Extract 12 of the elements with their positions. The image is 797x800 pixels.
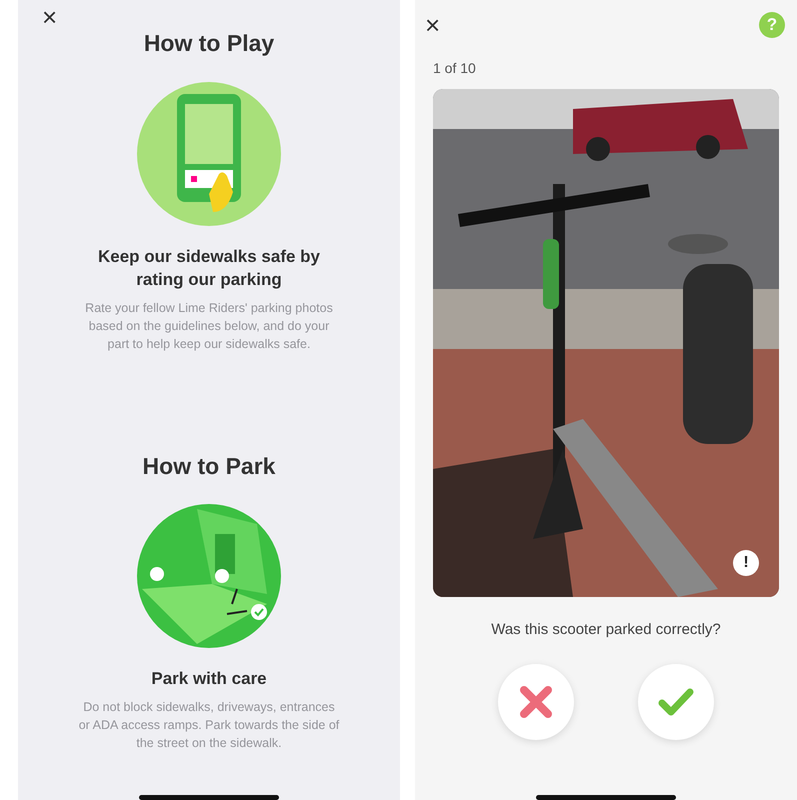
section-heading: Park with care (150, 668, 268, 690)
section-heading: Keep our sidewalks safe by rating our parking (96, 246, 322, 291)
question-text: Was this scooter parked correctly? (490, 620, 722, 640)
checkmark-icon (657, 686, 695, 716)
section-title: How to Park (142, 452, 276, 480)
cross-icon (519, 684, 553, 718)
section-title: How to Play (144, 30, 274, 58)
section-text: Do not block sidewalks, driveways, entrances or ADA access ramps. Park towards the side of the street on the sidewalk. (78, 699, 340, 752)
close-button[interactable]: × (425, 12, 440, 38)
counter-text: 1 of 10 (433, 59, 477, 78)
section-text: Rate your fellow Lime Riders' parking photos based on the guidelines below, and do your part to help keep our sidewalks safe. (84, 300, 334, 353)
close-button[interactable]: × (42, 4, 58, 30)
